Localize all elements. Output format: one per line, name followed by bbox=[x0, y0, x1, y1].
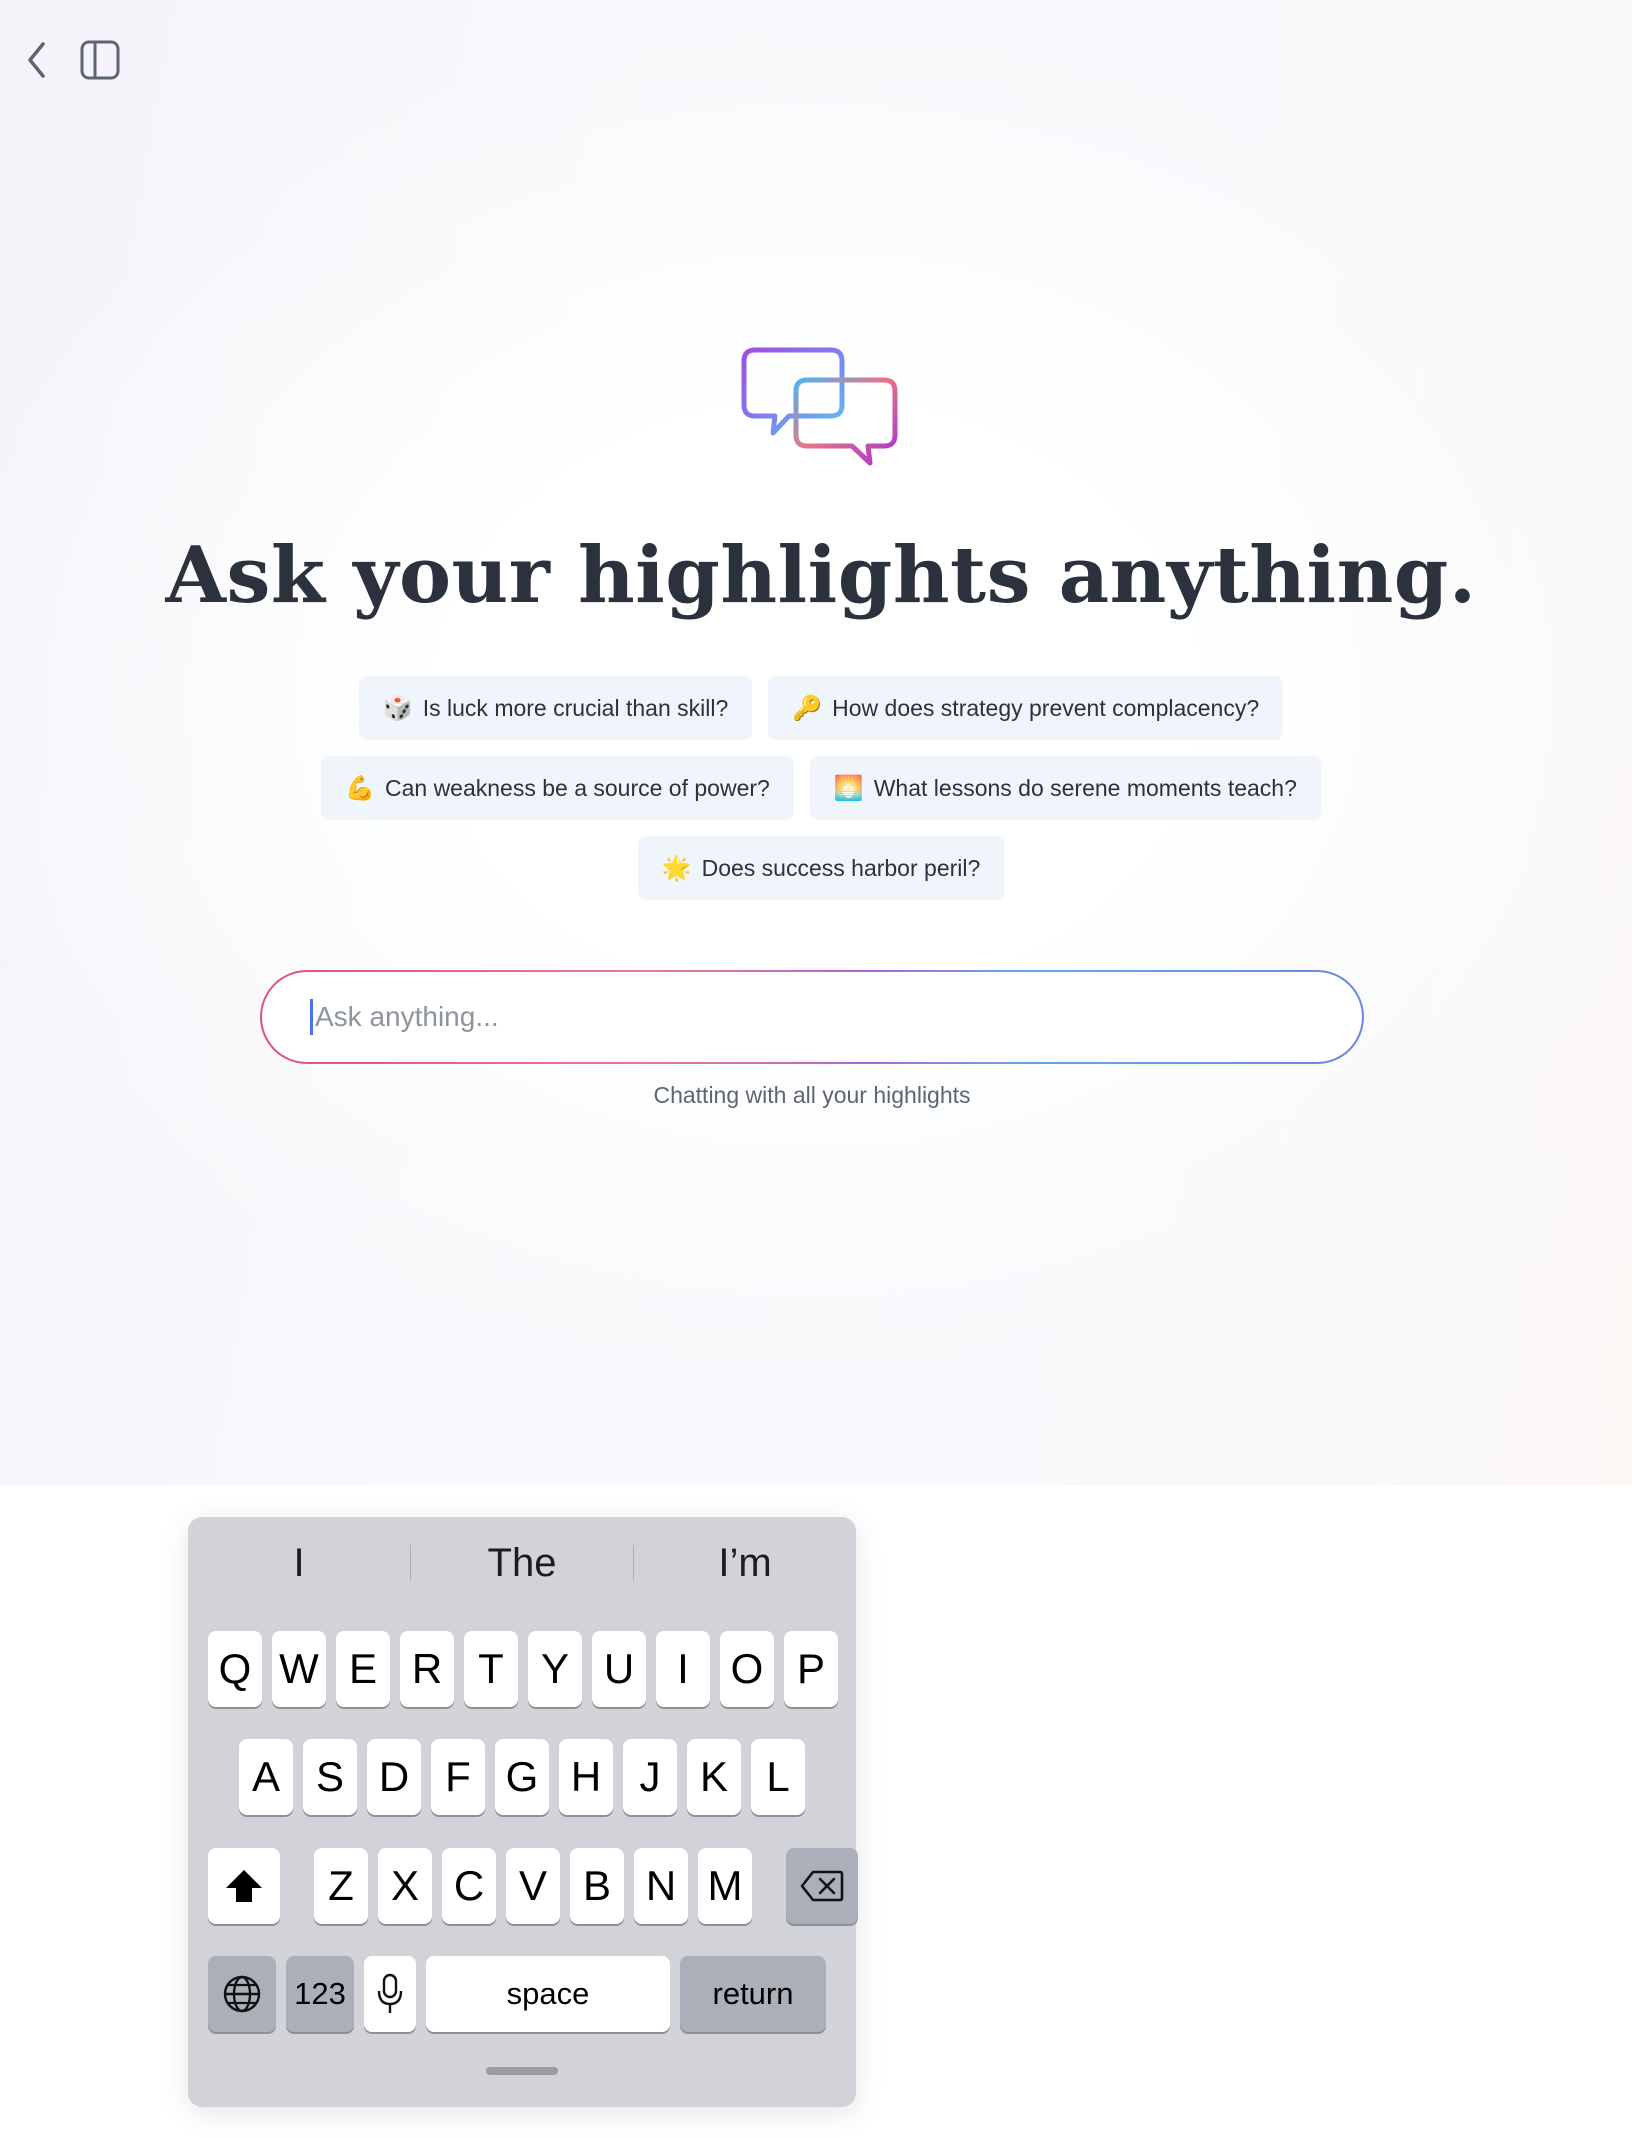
dictation-key[interactable] bbox=[364, 1956, 416, 2032]
key-y[interactable]: Y bbox=[528, 1631, 582, 1707]
shift-arrow-icon bbox=[226, 1870, 262, 1902]
keyboard-drag-handle[interactable] bbox=[486, 2067, 558, 2075]
suggestion-label: How does strategy prevent complacency? bbox=[832, 694, 1260, 721]
chat-input-field[interactable] bbox=[262, 972, 1362, 1062]
globe-icon bbox=[223, 1975, 261, 2013]
key-s[interactable]: S bbox=[303, 1739, 357, 1815]
glowing-star-icon: 🌟 bbox=[661, 854, 692, 882]
key-n[interactable]: N bbox=[634, 1848, 688, 1924]
chat-input-container bbox=[260, 970, 1364, 1064]
chevron-left-icon bbox=[28, 42, 45, 78]
key-v[interactable]: V bbox=[506, 1848, 560, 1924]
flexed-biceps-icon: 💪 bbox=[345, 774, 375, 802]
chat-input[interactable] bbox=[315, 1001, 1362, 1033]
shift-key[interactable] bbox=[208, 1848, 280, 1924]
chat-bubbles-icon bbox=[741, 347, 898, 466]
suggestion-chip[interactable]: 🔑 How does strategy prevent complacency? bbox=[768, 676, 1284, 740]
key-a[interactable]: A bbox=[239, 1739, 293, 1815]
key-q[interactable]: Q bbox=[208, 1631, 262, 1707]
backspace-icon bbox=[800, 1870, 844, 1902]
key-k[interactable]: K bbox=[687, 1739, 741, 1815]
key-row-2: A S D F G H J K L bbox=[239, 1739, 805, 1815]
sidebar-panel-icon bbox=[80, 40, 120, 80]
key-f[interactable]: F bbox=[431, 1739, 485, 1815]
delete-key[interactable] bbox=[786, 1848, 858, 1924]
numbers-key[interactable]: 123 bbox=[286, 1956, 354, 2032]
suggestion-label: Is luck more crucial than skill? bbox=[422, 694, 729, 721]
prediction-item[interactable]: The bbox=[411, 1533, 633, 1593]
on-screen-keyboard: I The I’m Q W E R T Y U I O P A S D F G … bbox=[188, 1517, 858, 2107]
key-p[interactable]: P bbox=[784, 1631, 838, 1707]
chat-scope-caption: Chatting with all your highlights bbox=[653, 1082, 971, 1108]
key-r[interactable]: R bbox=[400, 1631, 454, 1707]
key-icon: 🔑 bbox=[792, 694, 823, 722]
sunrise-icon: 🌅 bbox=[833, 774, 864, 802]
microphone-icon bbox=[377, 1973, 403, 2013]
key-w[interactable]: W bbox=[272, 1631, 326, 1707]
key-b[interactable]: B bbox=[570, 1848, 624, 1924]
sidebar-toggle-button[interactable] bbox=[76, 36, 124, 84]
key-d[interactable]: D bbox=[367, 1739, 421, 1815]
suggestion-chip[interactable]: 🎲 Is luck more crucial than skill? bbox=[358, 676, 753, 740]
key-c[interactable]: C bbox=[442, 1848, 496, 1924]
key-g[interactable]: G bbox=[495, 1739, 549, 1815]
key-e[interactable]: E bbox=[336, 1631, 390, 1707]
key-row-1: Q W E R T Y U I O P bbox=[208, 1631, 838, 1707]
key-u[interactable]: U bbox=[592, 1631, 646, 1707]
suggestion-label: Does success harbor peril? bbox=[701, 854, 981, 881]
suggestion-chip[interactable]: 🌅 What lessons do serene moments teach? bbox=[809, 756, 1321, 820]
key-m[interactable]: M bbox=[698, 1848, 752, 1924]
space-key[interactable]: space bbox=[426, 1956, 670, 2032]
key-h[interactable]: H bbox=[559, 1739, 613, 1815]
key-t[interactable]: T bbox=[464, 1631, 518, 1707]
text-caret bbox=[310, 999, 313, 1035]
prediction-item[interactable]: I bbox=[188, 1533, 410, 1593]
return-key[interactable]: return bbox=[680, 1956, 826, 2032]
app-screen: Ask your highlights anything. 🎲 Is luck … bbox=[0, 0, 1632, 1485]
page-title: Ask your highlights anything. bbox=[165, 530, 1477, 621]
key-z[interactable]: Z bbox=[314, 1848, 368, 1924]
globe-key[interactable] bbox=[208, 1956, 276, 2032]
key-row-3: Z X C V B N M bbox=[208, 1848, 858, 1924]
prediction-item[interactable]: I’m bbox=[634, 1533, 856, 1593]
predictive-text-bar: I The I’m bbox=[188, 1533, 856, 1593]
key-row-4: 123 space return bbox=[208, 1956, 826, 2032]
key-o[interactable]: O bbox=[720, 1631, 774, 1707]
suggestion-label: Can weakness be a source of power? bbox=[384, 774, 770, 801]
suggestion-chip[interactable]: 🌟 Does success harbor peril? bbox=[637, 836, 1005, 900]
key-l[interactable]: L bbox=[751, 1739, 805, 1815]
back-button[interactable] bbox=[14, 36, 62, 84]
suggestion-chip[interactable]: 💪 Can weakness be a source of power? bbox=[321, 756, 794, 820]
key-x[interactable]: X bbox=[378, 1848, 432, 1924]
dice-icon: 🎲 bbox=[382, 694, 413, 722]
suggestion-chips: 🎲 Is luck more crucial than skill? 🔑 How… bbox=[0, 676, 1632, 916]
suggestion-label: What lessons do serene moments teach? bbox=[873, 774, 1297, 801]
key-i[interactable]: I bbox=[656, 1631, 710, 1707]
key-j[interactable]: J bbox=[623, 1739, 677, 1815]
